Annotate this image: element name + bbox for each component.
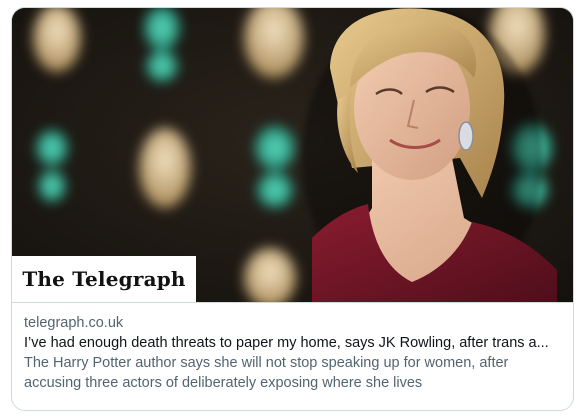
link-description: The Harry Potter author says she will no… [24, 355, 509, 391]
link-preview-card[interactable]: The Telegraph telegraph.co.uk I’ve had e… [11, 7, 574, 411]
link-meta[interactable]: telegraph.co.uk I’ve had enough death th… [12, 302, 573, 410]
telegraph-masthead: The Telegraph [12, 256, 196, 302]
article-image[interactable]: The Telegraph [12, 8, 573, 302]
masthead-logo-text: The Telegraph [22, 267, 186, 291]
link-domain: telegraph.co.uk [24, 315, 124, 331]
link-headline: I’ve had enough death threats to paper m… [24, 335, 549, 351]
